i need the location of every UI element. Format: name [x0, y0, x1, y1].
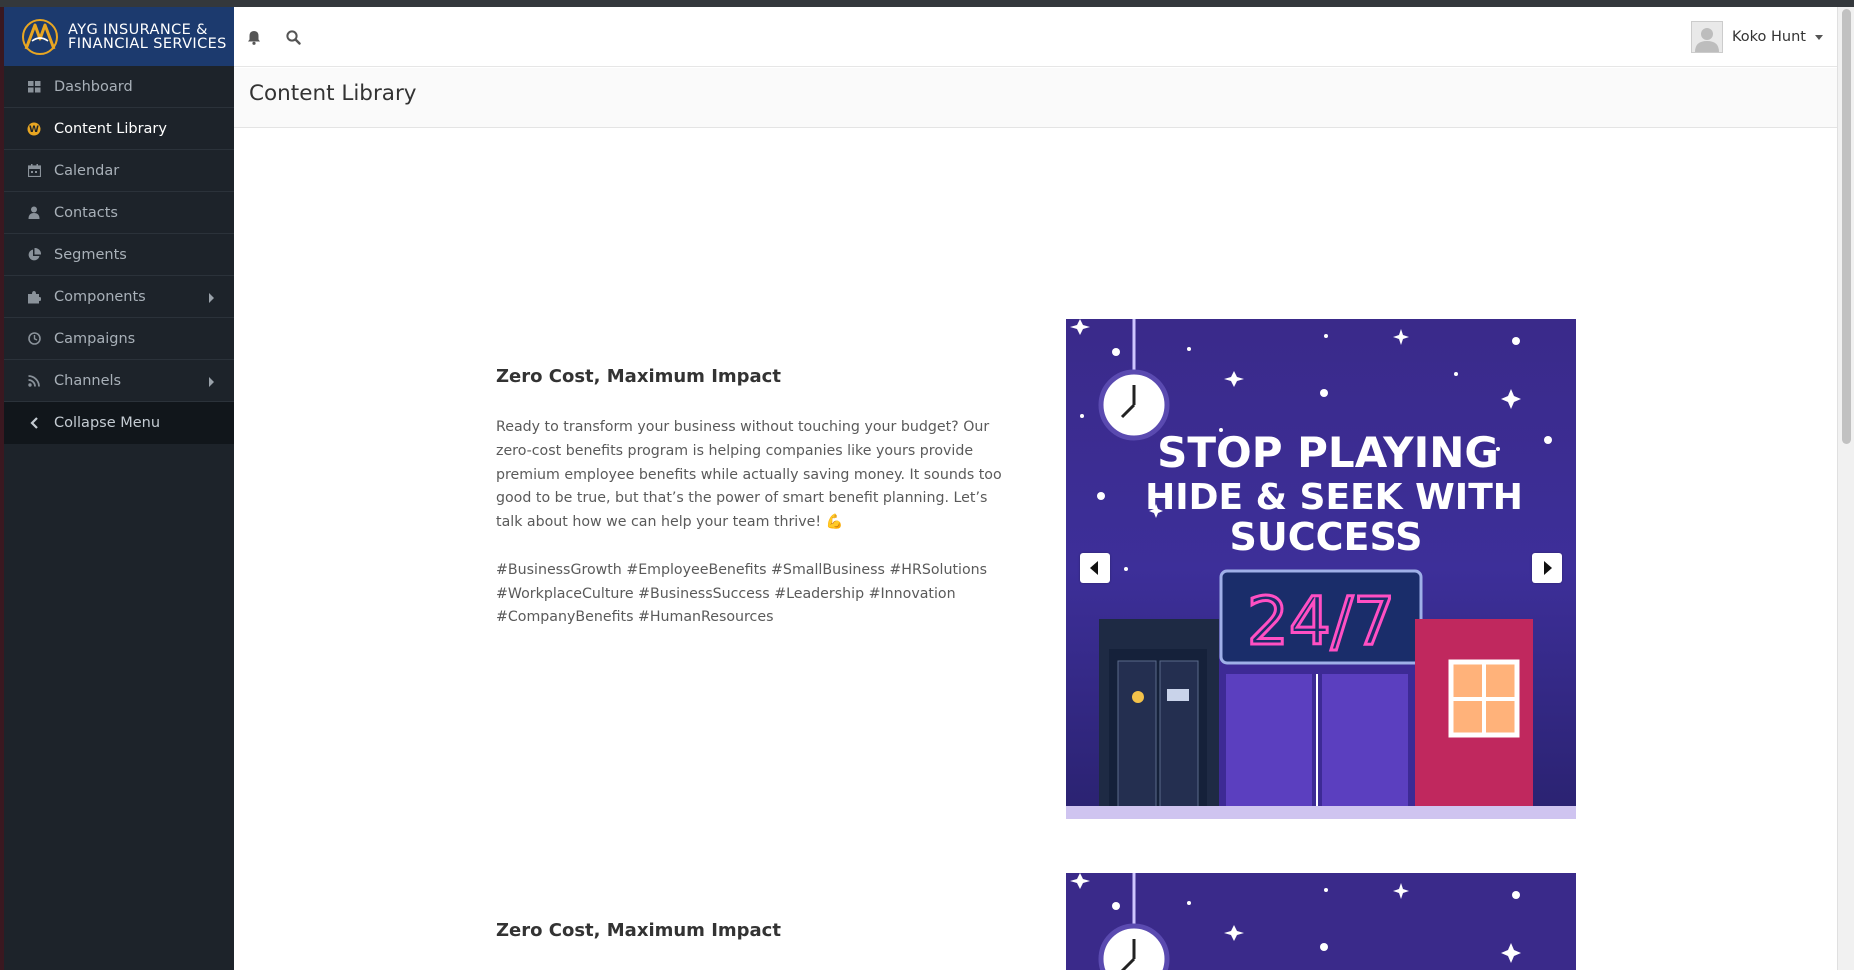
sidebar-item-label: Channels [54, 372, 122, 389]
puzzle-icon [23, 290, 45, 304]
sidebar: AYG INSURANCE & FINANCIAL SERVICES Dashb… [0, 7, 234, 970]
bell-icon[interactable] [244, 27, 264, 47]
sidebar-item-dashboard[interactable]: Dashboard [4, 66, 234, 108]
sidebar-nav: Dashboard W Content Library Calendar Con… [4, 66, 234, 444]
post-image-carousel: STOP PLAYING HIDE & SEEK WITH SUCCESS 24… [1066, 319, 1576, 819]
post-text: Zero Cost, Maximum Impact Ready to trans… [496, 366, 1006, 630]
sidebar-item-contacts[interactable]: Contacts [4, 192, 234, 234]
sidebar-item-label: Calendar [54, 162, 120, 179]
sidebar-item-label: Dashboard [54, 78, 133, 95]
page-title: Content Library [249, 81, 417, 106]
user-menu[interactable]: Koko Hunt [1691, 20, 1823, 54]
brand-logo-area[interactable]: AYG INSURANCE & FINANCIAL SERVICES [4, 7, 234, 66]
poster-line-1: STOP PLAYING [1157, 428, 1499, 477]
brand-name: AYG INSURANCE & FINANCIAL SERVICES [68, 21, 227, 52]
sidebar-item-label: Contacts [54, 204, 118, 221]
poster-line-3: SUCCESS [1230, 515, 1423, 559]
caret-left-icon [1090, 561, 1098, 575]
dashboard-icon [23, 80, 45, 93]
user-icon [23, 206, 45, 219]
svg-text:W: W [29, 125, 39, 135]
sidebar-item-campaigns[interactable]: Campaigns [4, 318, 234, 360]
rss-icon [23, 374, 45, 387]
post-hashtags: #BusinessGrowth #EmployeeBenefits #Small… [496, 561, 988, 626]
brand-logo-icon [22, 18, 58, 55]
sidebar-item-segments[interactable]: Segments [4, 234, 234, 276]
post-image [1066, 873, 1576, 970]
sidebar-item-label: Content Library [54, 120, 167, 137]
collapse-menu-button[interactable]: Collapse Menu [4, 402, 234, 444]
post-title: Zero Cost, Maximum Impact [496, 920, 781, 941]
post-body: Ready to transform your business without… [496, 419, 1002, 531]
search-icon[interactable] [283, 27, 303, 47]
chevron-left-icon [23, 417, 45, 429]
top-header: Koko Hunt [234, 7, 1837, 67]
collapse-menu-label: Collapse Menu [54, 415, 161, 431]
clock-icon [23, 332, 45, 345]
avatar [1691, 21, 1723, 53]
brand-line-2: FINANCIAL SERVICES [68, 35, 227, 52]
calendar-icon [23, 164, 45, 177]
submenu-arrow-icon [209, 377, 214, 387]
carousel-next-button[interactable] [1532, 553, 1562, 583]
user-name: Koko Hunt [1732, 29, 1806, 45]
submenu-arrow-icon [209, 293, 214, 303]
sidebar-item-label: Components [54, 288, 146, 305]
sidebar-item-label: Segments [54, 246, 127, 263]
post-image: STOP PLAYING HIDE & SEEK WITH SUCCESS 24… [1066, 319, 1576, 819]
neon-sign-text: 24/7 [1247, 583, 1395, 660]
window-top-strip [0, 0, 1854, 7]
sidebar-item-label: Campaigns [54, 330, 136, 347]
poster-line-2: HIDE & SEEK WITH [1145, 477, 1523, 518]
post-text: Zero Cost, Maximum Impact [496, 920, 1006, 941]
sidebar-item-channels[interactable]: Channels [4, 360, 234, 402]
brand-line-1: AYG INSURANCE & [68, 21, 208, 38]
sidebar-item-calendar[interactable]: Calendar [4, 150, 234, 192]
caret-right-icon [1544, 561, 1552, 575]
wordpress-icon: W [23, 122, 45, 136]
sidebar-item-content-library[interactable]: W Content Library [4, 108, 234, 150]
page-scrollbar[interactable] [1837, 7, 1854, 970]
pie-chart-icon [23, 247, 45, 262]
carousel-prev-button[interactable] [1080, 553, 1110, 583]
post-title: Zero Cost, Maximum Impact [496, 366, 781, 387]
post-image-carousel [1066, 873, 1576, 970]
sidebar-item-components[interactable]: Components [4, 276, 234, 318]
page-header: Content Library [234, 68, 1837, 128]
scrollbar-thumb[interactable] [1842, 9, 1851, 444]
chevron-down-icon [1815, 34, 1823, 40]
